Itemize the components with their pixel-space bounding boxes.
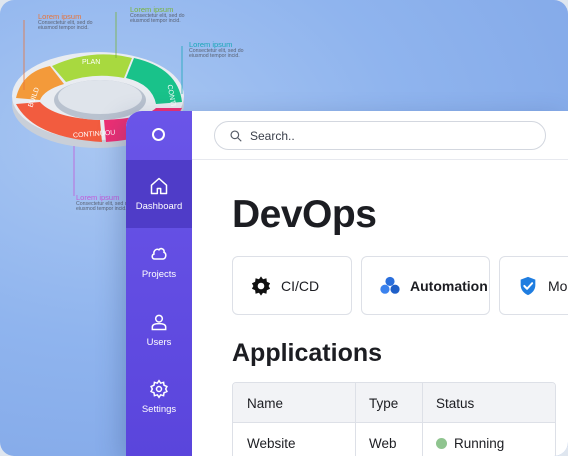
sidebar-item-dashboard[interactable]: Dashboard [126,160,192,228]
cell-status: Running [436,423,504,456]
top-bar [192,111,568,160]
column-header-type[interactable]: Type [369,383,398,423]
applications-title: Applications [232,339,383,367]
diagram-note: Lorem ipsum Consectetur elit, sed do eiu… [189,41,339,60]
diagram-note-text: Consectetur elit, sed do eiusmod tempor … [189,47,244,60]
cell-name: Website [247,435,296,451]
app-window: Dashboard Projects Users Settings Search… [126,111,568,456]
column-header-name[interactable]: Name [247,383,283,423]
diagram-note-text: Consectetur elit, sed do eiusmod tempor … [130,12,185,25]
column-header-status[interactable]: Status [436,383,474,423]
sidebar-item-projects[interactable]: Projects [126,228,192,296]
cell-type: Web [369,435,397,451]
circle-logo-icon[interactable] [152,128,165,141]
diagram-note: Lorem ipsum Consectetur elit, sed do eiu… [130,6,280,25]
sidebar-item-label: Settings [141,404,177,415]
table-row[interactable]: Website Web Running [233,423,555,456]
column-divider [422,383,423,456]
cloud-icon [151,247,167,260]
status-dot [436,437,447,449]
card-label: Automation [410,277,488,294]
sidebar-item-label: Projects [141,269,177,280]
card-label: CI/CD [281,277,320,294]
sidebar: Dashboard Projects Users Settings [126,111,192,456]
search-input[interactable] [250,128,510,143]
status-text: Running [454,435,505,451]
card-ci-cd[interactable]: CI/CD [232,256,352,315]
sidebar-item-label: Dashboard [135,201,183,212]
app-screenshot: PLAN CONTI CONTINUOU BUILD Lorem ipsum C… [0,0,568,456]
card-monitoring[interactable]: Mo [499,256,568,315]
search-icon [230,129,242,142]
home-icon [150,177,168,195]
search-box[interactable] [214,121,546,150]
sidebar-item-label: Users [146,337,172,348]
table-header: Name Type Status [233,383,555,423]
shield-check-icon [520,276,536,295]
sidebar-item-users[interactable]: Users [126,296,192,364]
card-label: Mo [548,277,568,294]
user-icon [151,314,167,331]
segment-label-plan: PLAN [82,59,101,66]
gear-icon [251,275,271,296]
card-automation[interactable]: Automation [361,256,490,315]
gear-icon [150,379,168,399]
column-divider [355,383,356,456]
blobs-icon [380,276,400,294]
sidebar-item-settings[interactable]: Settings [126,363,192,431]
page-title: DevOps [232,193,377,236]
applications-table: Name Type Status Website Web Running [232,382,556,456]
